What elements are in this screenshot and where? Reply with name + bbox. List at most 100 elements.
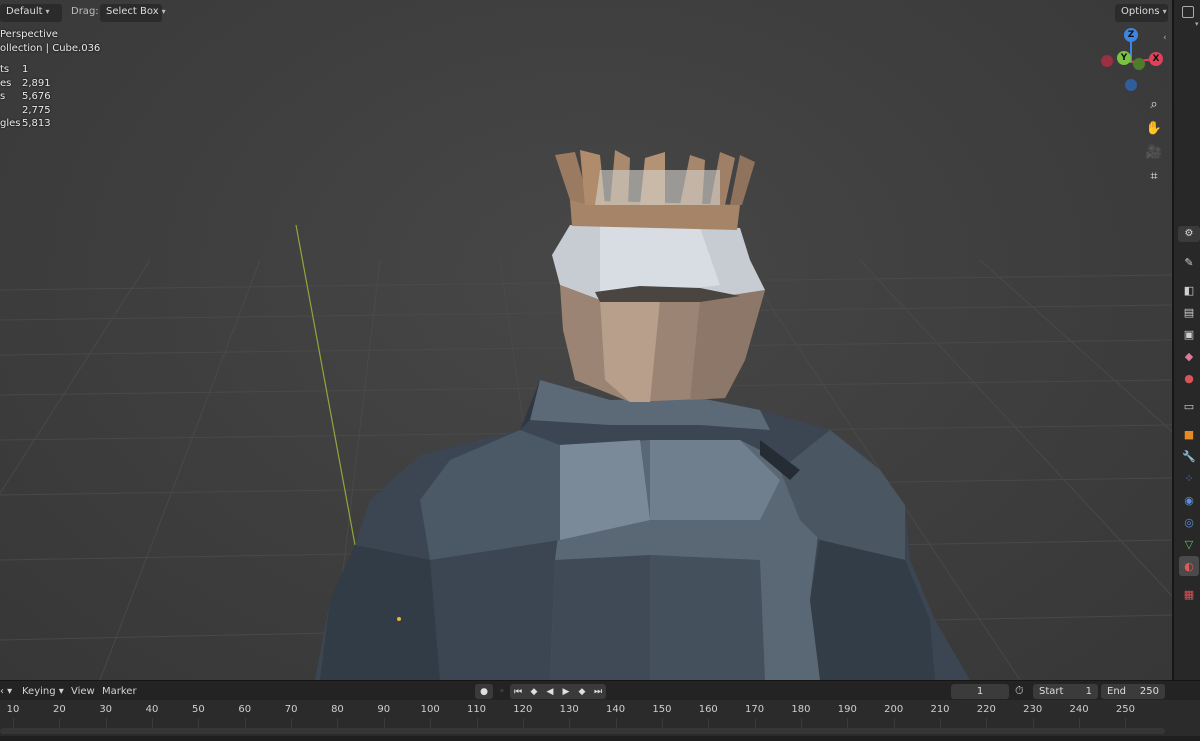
jump-to-end-icon[interactable]: ⏭ (590, 684, 606, 699)
frame-tick-label: 70 (284, 704, 298, 715)
zoom-icon[interactable]: ⌕ (1143, 93, 1165, 115)
gizmo-y-axis[interactable]: Y (1117, 51, 1131, 65)
y-axis-line (295, 224, 356, 546)
keying-menu[interactable]: Keying ▾ (22, 686, 64, 697)
current-frame-field[interactable]: 1 (951, 684, 1009, 699)
timeline-header: ‹ ▾ Keying ▾ View Marker ● ◦ ⏮ ◆ ◀ ▶ ◆ ⏭… (0, 680, 1200, 700)
gizmo-x-axis[interactable]: X (1149, 52, 1163, 66)
stat-row: 2,775 (0, 104, 62, 118)
playback-dropdown-fragment[interactable]: ‹ ▾ (0, 686, 12, 697)
frame-tick-label: 20 (52, 704, 66, 715)
options-dropdown[interactable]: Options ▾ (1115, 4, 1168, 22)
stat-label (0, 104, 22, 118)
frame-tick-label: 90 (377, 704, 391, 715)
physics-icon[interactable]: ◉ (1179, 490, 1199, 510)
frame-tick-label: 230 (1023, 704, 1043, 715)
frame-tick-label: 200 (884, 704, 904, 715)
frame-tick-label: 50 (192, 704, 205, 715)
gizmo-z-neg (1125, 79, 1137, 91)
modifier-icon[interactable]: 🔧 (1179, 446, 1199, 466)
frame-tick-label: 30 (99, 704, 113, 715)
stat-row: ts 1 (0, 63, 62, 77)
start-value: 1 (1085, 686, 1092, 697)
character-body (315, 380, 970, 680)
record-button[interactable]: ● (475, 684, 493, 699)
stat-label: gles (0, 118, 21, 130)
orientation-dropdown[interactable]: Default ▾ (0, 4, 62, 22)
constraints-icon[interactable]: ◎ (1179, 512, 1199, 532)
object-icon[interactable]: ■ (1179, 424, 1199, 444)
drag-dropdown[interactable]: Select Box ▾ (100, 4, 166, 22)
view-layer-icon[interactable]: ▣ (1179, 324, 1199, 344)
collection-icon[interactable]: ▭ (1179, 396, 1199, 416)
data-icon[interactable]: ▽ (1179, 534, 1199, 554)
object-origin-dot (397, 617, 401, 621)
frame-tick-label: 130 (559, 704, 579, 715)
hand-pan-icon[interactable]: ✋ (1143, 117, 1165, 139)
frame-tick-label: 120 (513, 704, 533, 715)
timeline-ruler[interactable]: 10 20 30 40 50 60 70 80 90 100 110 120 130 140 150 160 1… (0, 700, 1200, 741)
viewport-info: Perspective ollection | Cube.036 (0, 28, 100, 55)
frame-tick-label: 60 (238, 704, 252, 715)
frame-tick-label: 150 (652, 704, 672, 715)
jump-to-start-icon[interactable]: ⏮ (510, 684, 526, 699)
frame-tick-label: 140 (606, 704, 626, 715)
frame-tick-label: 110 (466, 704, 487, 715)
tool-icon[interactable]: ✎ (1179, 252, 1199, 272)
stat-value: 1 (22, 64, 29, 75)
render-icon[interactable]: ◧ (1179, 280, 1199, 300)
options-label: Options (1121, 6, 1160, 17)
orientation-value: Default (6, 6, 43, 17)
timeline-bottom-bar (0, 736, 1200, 741)
collection-line: ollection | Cube.036 (0, 42, 101, 54)
particles-icon[interactable]: ⁘ (1179, 468, 1199, 488)
world-icon[interactable]: ● (1179, 368, 1199, 388)
auto-keying-options-icon[interactable]: ◦ (494, 684, 510, 699)
stat-row: gles 5,813 (0, 117, 62, 131)
camera-icon[interactable]: 🎥 (1143, 141, 1165, 163)
jump-keyframe-back-icon[interactable]: ◆ (526, 684, 542, 699)
grid-ortho-icon[interactable]: ⌗ (1143, 165, 1165, 187)
texture-icon[interactable]: ▦ (1179, 584, 1199, 604)
scene-canvas[interactable] (0, 0, 1172, 680)
play-reverse-icon[interactable]: ◀ (542, 684, 558, 699)
stat-value: 2,775 (22, 104, 51, 116)
3d-viewport[interactable]: Z Y X ⌕ ✋ 🎥 ⌗ Default ▾ Drag: Select Box ▾… (0, 0, 1172, 680)
preview-range-stopwatch-icon[interactable]: ⏱ (1015, 684, 1024, 698)
drag-value: Select Box (106, 6, 159, 17)
frame-tick-label: 240 (1069, 704, 1089, 715)
stat-label: es (0, 77, 12, 89)
properties-editor-type-button[interactable]: ⚙ (1178, 226, 1200, 242)
gizmo-z-axis[interactable]: Z (1124, 28, 1138, 42)
chevron-down-icon: ▾ (45, 7, 50, 16)
properties-editor-tabs: ▾ ⚙ ✎ ◧ ▤ ▣ ◆ ● ▭ ■ 🔧 ⁘ ◉ ◎ ▽ ◐ ▦ (1172, 0, 1200, 680)
timeline-scrollbar[interactable] (0, 728, 1165, 734)
stat-value: 5,676 (22, 91, 51, 103)
frame-tick-label: 250 (1115, 704, 1135, 715)
frame-tick-label: 210 (930, 704, 950, 715)
frame-tick-label: 100 (420, 704, 440, 715)
viewport-header: Default ▾ Drag: Select Box ▾ Options ▾ ‹ (0, 2, 1172, 43)
view-menu[interactable]: View (71, 686, 95, 697)
end-value: 250 (1139, 686, 1159, 697)
character-crown (555, 150, 755, 230)
end-frame-field[interactable]: End 250 (1101, 684, 1165, 699)
output-icon[interactable]: ▤ (1179, 302, 1199, 322)
start-frame-field[interactable]: Start 1 (1033, 684, 1098, 699)
stat-label: s (0, 91, 6, 103)
jump-keyframe-forward-icon[interactable]: ◆ (574, 684, 590, 699)
scene-icon[interactable]: ◆ (1179, 346, 1199, 366)
frame-tick-label: 80 (331, 704, 344, 715)
stat-row: s 5,676 (0, 90, 62, 104)
top-editor-icon[interactable] (1182, 6, 1194, 18)
material-icon[interactable]: ◐ (1179, 556, 1199, 576)
view-name: Perspective (0, 29, 58, 40)
collapse-arrow-icon[interactable]: ‹ (1163, 33, 1167, 43)
play-icon[interactable]: ▶ (558, 684, 574, 699)
chevron-down-icon: ▾ (1162, 7, 1167, 16)
marker-menu[interactable]: Marker (102, 686, 137, 697)
drag-label: Drag: (71, 6, 99, 17)
editor-type-chevron-icon[interactable]: ▾ (1195, 20, 1199, 28)
frame-tick-label: 170 (745, 704, 765, 715)
stat-value: 5,813 (22, 118, 51, 130)
